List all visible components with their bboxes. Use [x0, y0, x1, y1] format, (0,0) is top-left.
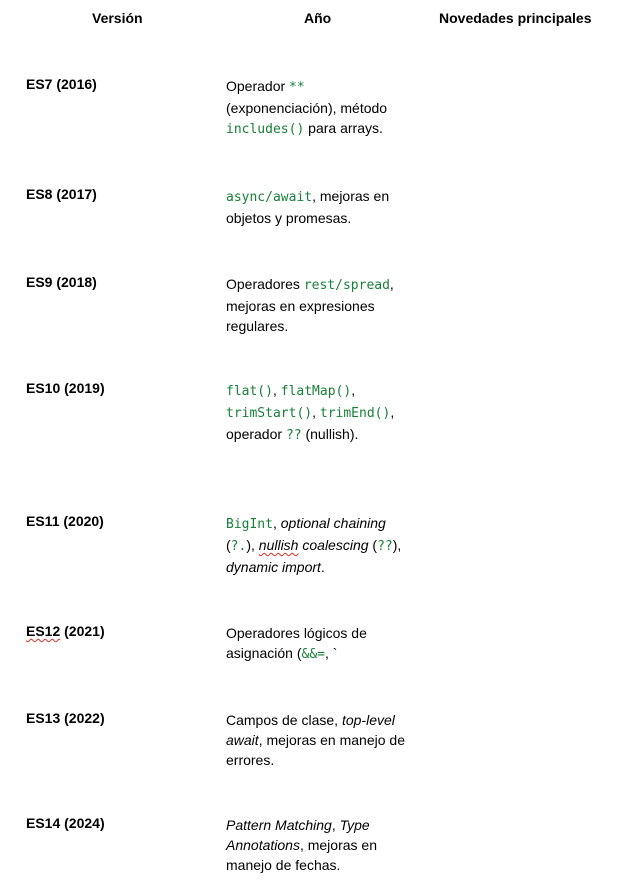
header-year: Año [304, 10, 332, 26]
description-cell: async/await, mejoras en objetos y promes… [226, 188, 390, 226]
description-cell: BigInt, optional chaining (?.), nullish … [226, 515, 402, 575]
version-cell: ES11 (2020) [26, 513, 104, 529]
version-cell: ES14 (2024) [26, 815, 105, 831]
header-version: Versión [92, 10, 143, 26]
versions-table: Versión Año Novedades principales ES7 (2… [0, 0, 621, 880]
version-cell: ES8 (2017) [26, 186, 97, 202]
version-cell: ES12 (2021) [26, 623, 105, 639]
version-cell: ES13 (2022) [26, 710, 105, 726]
description-cell: flat(), flatMap(), trimStart(), trimEnd(… [226, 382, 395, 443]
description-cell: Operadores lógicos de asignación (&&=, ` [226, 625, 367, 662]
version-cell: ES7 (2016) [26, 76, 97, 92]
description-cell: Pattern Matching, Type Annotations, mejo… [226, 817, 377, 873]
description-cell: Campos de clase, top-level await, mejora… [226, 712, 405, 768]
version-cell: ES10 (2019) [26, 380, 105, 396]
description-cell: Operadores rest/spread, mejoras en expre… [226, 276, 394, 334]
description-cell: Operador ** (exponenciación), método inc… [226, 78, 388, 137]
header-news: Novedades principales [439, 10, 592, 26]
version-cell: ES9 (2018) [26, 274, 97, 290]
